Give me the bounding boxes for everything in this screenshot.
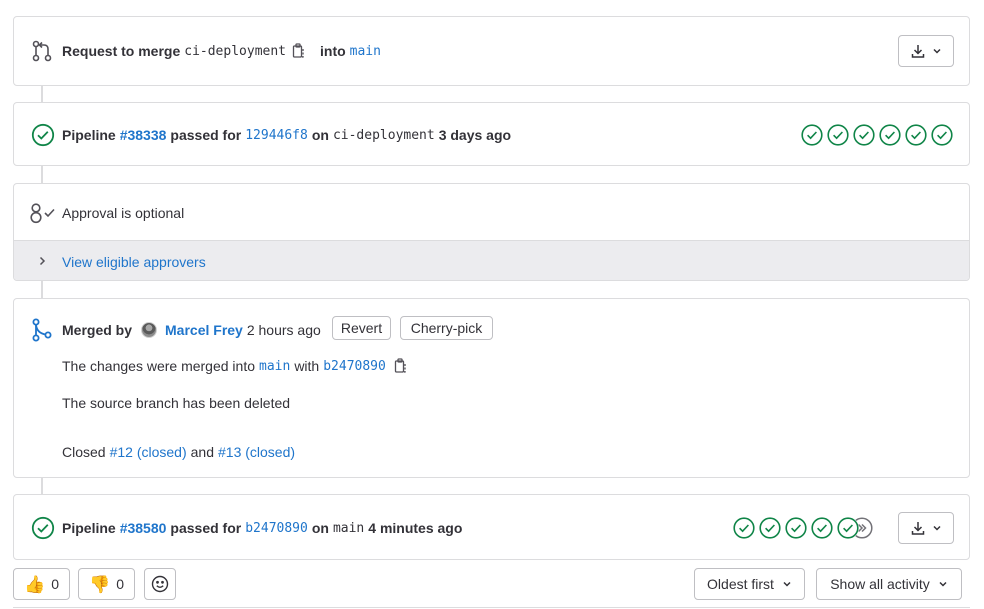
- stage-passed-icon[interactable]: [879, 124, 901, 146]
- thumbs-up-button[interactable]: 👍 0: [13, 568, 70, 600]
- view-approvers-link[interactable]: View eligible approvers: [62, 254, 206, 270]
- commit-sha-link[interactable]: b2470890: [245, 521, 308, 536]
- filter-label: Show all activity: [830, 576, 930, 592]
- sort-label: Oldest first: [707, 576, 774, 592]
- stage-passed-icon[interactable]: [785, 517, 807, 539]
- pipeline-time: 4 minutes ago: [368, 520, 463, 536]
- pipeline-time: 3 days ago: [438, 127, 512, 143]
- copy-branch-icon[interactable]: [292, 43, 306, 59]
- pipeline-id-link[interactable]: #38338: [120, 127, 167, 143]
- stage-passed-icon[interactable]: [759, 517, 781, 539]
- chevron-down-icon: [932, 46, 942, 56]
- approval-icon: [29, 202, 57, 224]
- thumbs-up-count: 0: [51, 576, 59, 592]
- revert-label: Revert: [340, 320, 383, 336]
- merge-request-prefix: Request to merge: [62, 43, 181, 59]
- stage-passed-icon[interactable]: [733, 517, 755, 539]
- merge-request-icon: [31, 40, 53, 62]
- thumbs-down-count: 0: [116, 576, 124, 592]
- pipeline-card: Pipeline #38338 passed for 129446f8 on c…: [13, 102, 970, 166]
- cherry-pick-button[interactable]: Cherry-pick: [400, 316, 493, 340]
- pipeline-summary: Pipeline #38580 passed for b2470890 on m…: [62, 519, 462, 537]
- closed-issue-link[interactable]: #12 (closed): [110, 444, 187, 460]
- commit-sha-link[interactable]: 129446f8: [245, 128, 308, 143]
- download-dropdown[interactable]: [898, 512, 954, 544]
- stage-passed-icon[interactable]: [853, 124, 875, 146]
- status-success-icon[interactable]: [31, 123, 55, 147]
- sort-dropdown[interactable]: Oldest first: [694, 568, 805, 600]
- add-reaction-button[interactable]: [144, 568, 176, 600]
- stage-passed-icon[interactable]: [837, 517, 859, 539]
- passed-for-label: passed for: [170, 520, 242, 536]
- footer-divider: [13, 607, 970, 608]
- into-label: into: [320, 43, 346, 59]
- stage-passed-icon[interactable]: [931, 124, 953, 146]
- merge-request-card: Request to merge ci-deployment into main: [13, 16, 970, 86]
- pipeline-stages: [733, 517, 873, 539]
- on-label: on: [311, 520, 329, 536]
- approval-card: Approval is optional View eligible appro…: [13, 183, 970, 281]
- download-icon: [910, 520, 926, 536]
- pipeline-card: Pipeline #38580 passed for b2470890 on m…: [13, 494, 970, 560]
- changes-merged-text: The changes were merged into: [62, 358, 255, 374]
- thumbs-down-icon: 👎: [89, 574, 111, 594]
- with-label: with: [294, 358, 320, 374]
- pipeline-label: Pipeline: [62, 520, 116, 536]
- branch-deleted-text: The source branch has been deleted: [62, 395, 291, 411]
- source-branch[interactable]: ci-deployment: [184, 44, 286, 59]
- chevron-down-icon: [938, 579, 948, 589]
- merged-time: 2 hours ago: [246, 322, 321, 338]
- stage-passed-icon[interactable]: [827, 124, 849, 146]
- status-success-icon[interactable]: [31, 516, 55, 540]
- timeline-connector: [41, 166, 43, 184]
- closed-label: Closed: [62, 444, 106, 460]
- smiley-icon: [151, 575, 169, 593]
- merged-card: Merged by Marcel Frey 2 hours ago Revert…: [13, 298, 970, 478]
- on-label: on: [311, 127, 329, 143]
- merged-by-row: Merged by Marcel Frey 2 hours ago: [62, 321, 321, 339]
- pipeline-id-link[interactable]: #38580: [120, 520, 167, 536]
- approvers-section[interactable]: View eligible approvers: [14, 240, 969, 280]
- merge-request-title: Request to merge ci-deployment into main: [62, 42, 381, 60]
- pipeline-label: Pipeline: [62, 127, 116, 143]
- author-link[interactable]: Marcel Frey: [165, 322, 243, 338]
- merge-details: The changes were merged into main with b…: [62, 357, 408, 375]
- closed-issues: Closed #12 (closed) and #13 (closed): [62, 443, 295, 461]
- stage-passed-icon[interactable]: [801, 124, 823, 146]
- pipeline-summary: Pipeline #38338 passed for 129446f8 on c…: [62, 126, 511, 144]
- merge-icon: [31, 318, 53, 342]
- download-icon: [910, 43, 926, 59]
- target-branch[interactable]: main: [350, 44, 381, 59]
- chevron-down-icon: [782, 579, 792, 589]
- chevron-right-icon[interactable]: [36, 254, 48, 268]
- closed-issue-link[interactable]: #13 (closed): [218, 444, 295, 460]
- avatar[interactable]: [141, 322, 158, 338]
- merge-commit-link[interactable]: b2470890: [323, 359, 386, 374]
- download-dropdown[interactable]: [898, 35, 954, 67]
- merged-by-label: Merged by: [62, 322, 133, 338]
- and-label: and: [190, 444, 214, 460]
- stage-passed-icon[interactable]: [811, 517, 833, 539]
- timeline-connector: [41, 86, 43, 102]
- timeline-connector: [41, 477, 43, 495]
- copy-commit-icon[interactable]: [394, 358, 408, 374]
- branch-name[interactable]: main: [333, 521, 364, 536]
- chevron-down-icon: [932, 523, 942, 533]
- thumbs-down-button[interactable]: 👎 0: [78, 568, 135, 600]
- merged-target-branch[interactable]: main: [259, 359, 290, 374]
- approval-status-text: Approval is optional: [62, 205, 185, 221]
- timeline-connector: [41, 280, 43, 299]
- stage-passed-icon[interactable]: [905, 124, 927, 146]
- pipeline-stages: [801, 124, 953, 146]
- passed-for-label: passed for: [170, 127, 242, 143]
- thumbs-up-icon: 👍: [24, 574, 46, 594]
- branch-name[interactable]: ci-deployment: [333, 128, 435, 143]
- cherry-pick-label: Cherry-pick: [410, 320, 483, 336]
- activity-filter-dropdown[interactable]: Show all activity: [816, 568, 962, 600]
- revert-button[interactable]: Revert: [332, 316, 391, 340]
